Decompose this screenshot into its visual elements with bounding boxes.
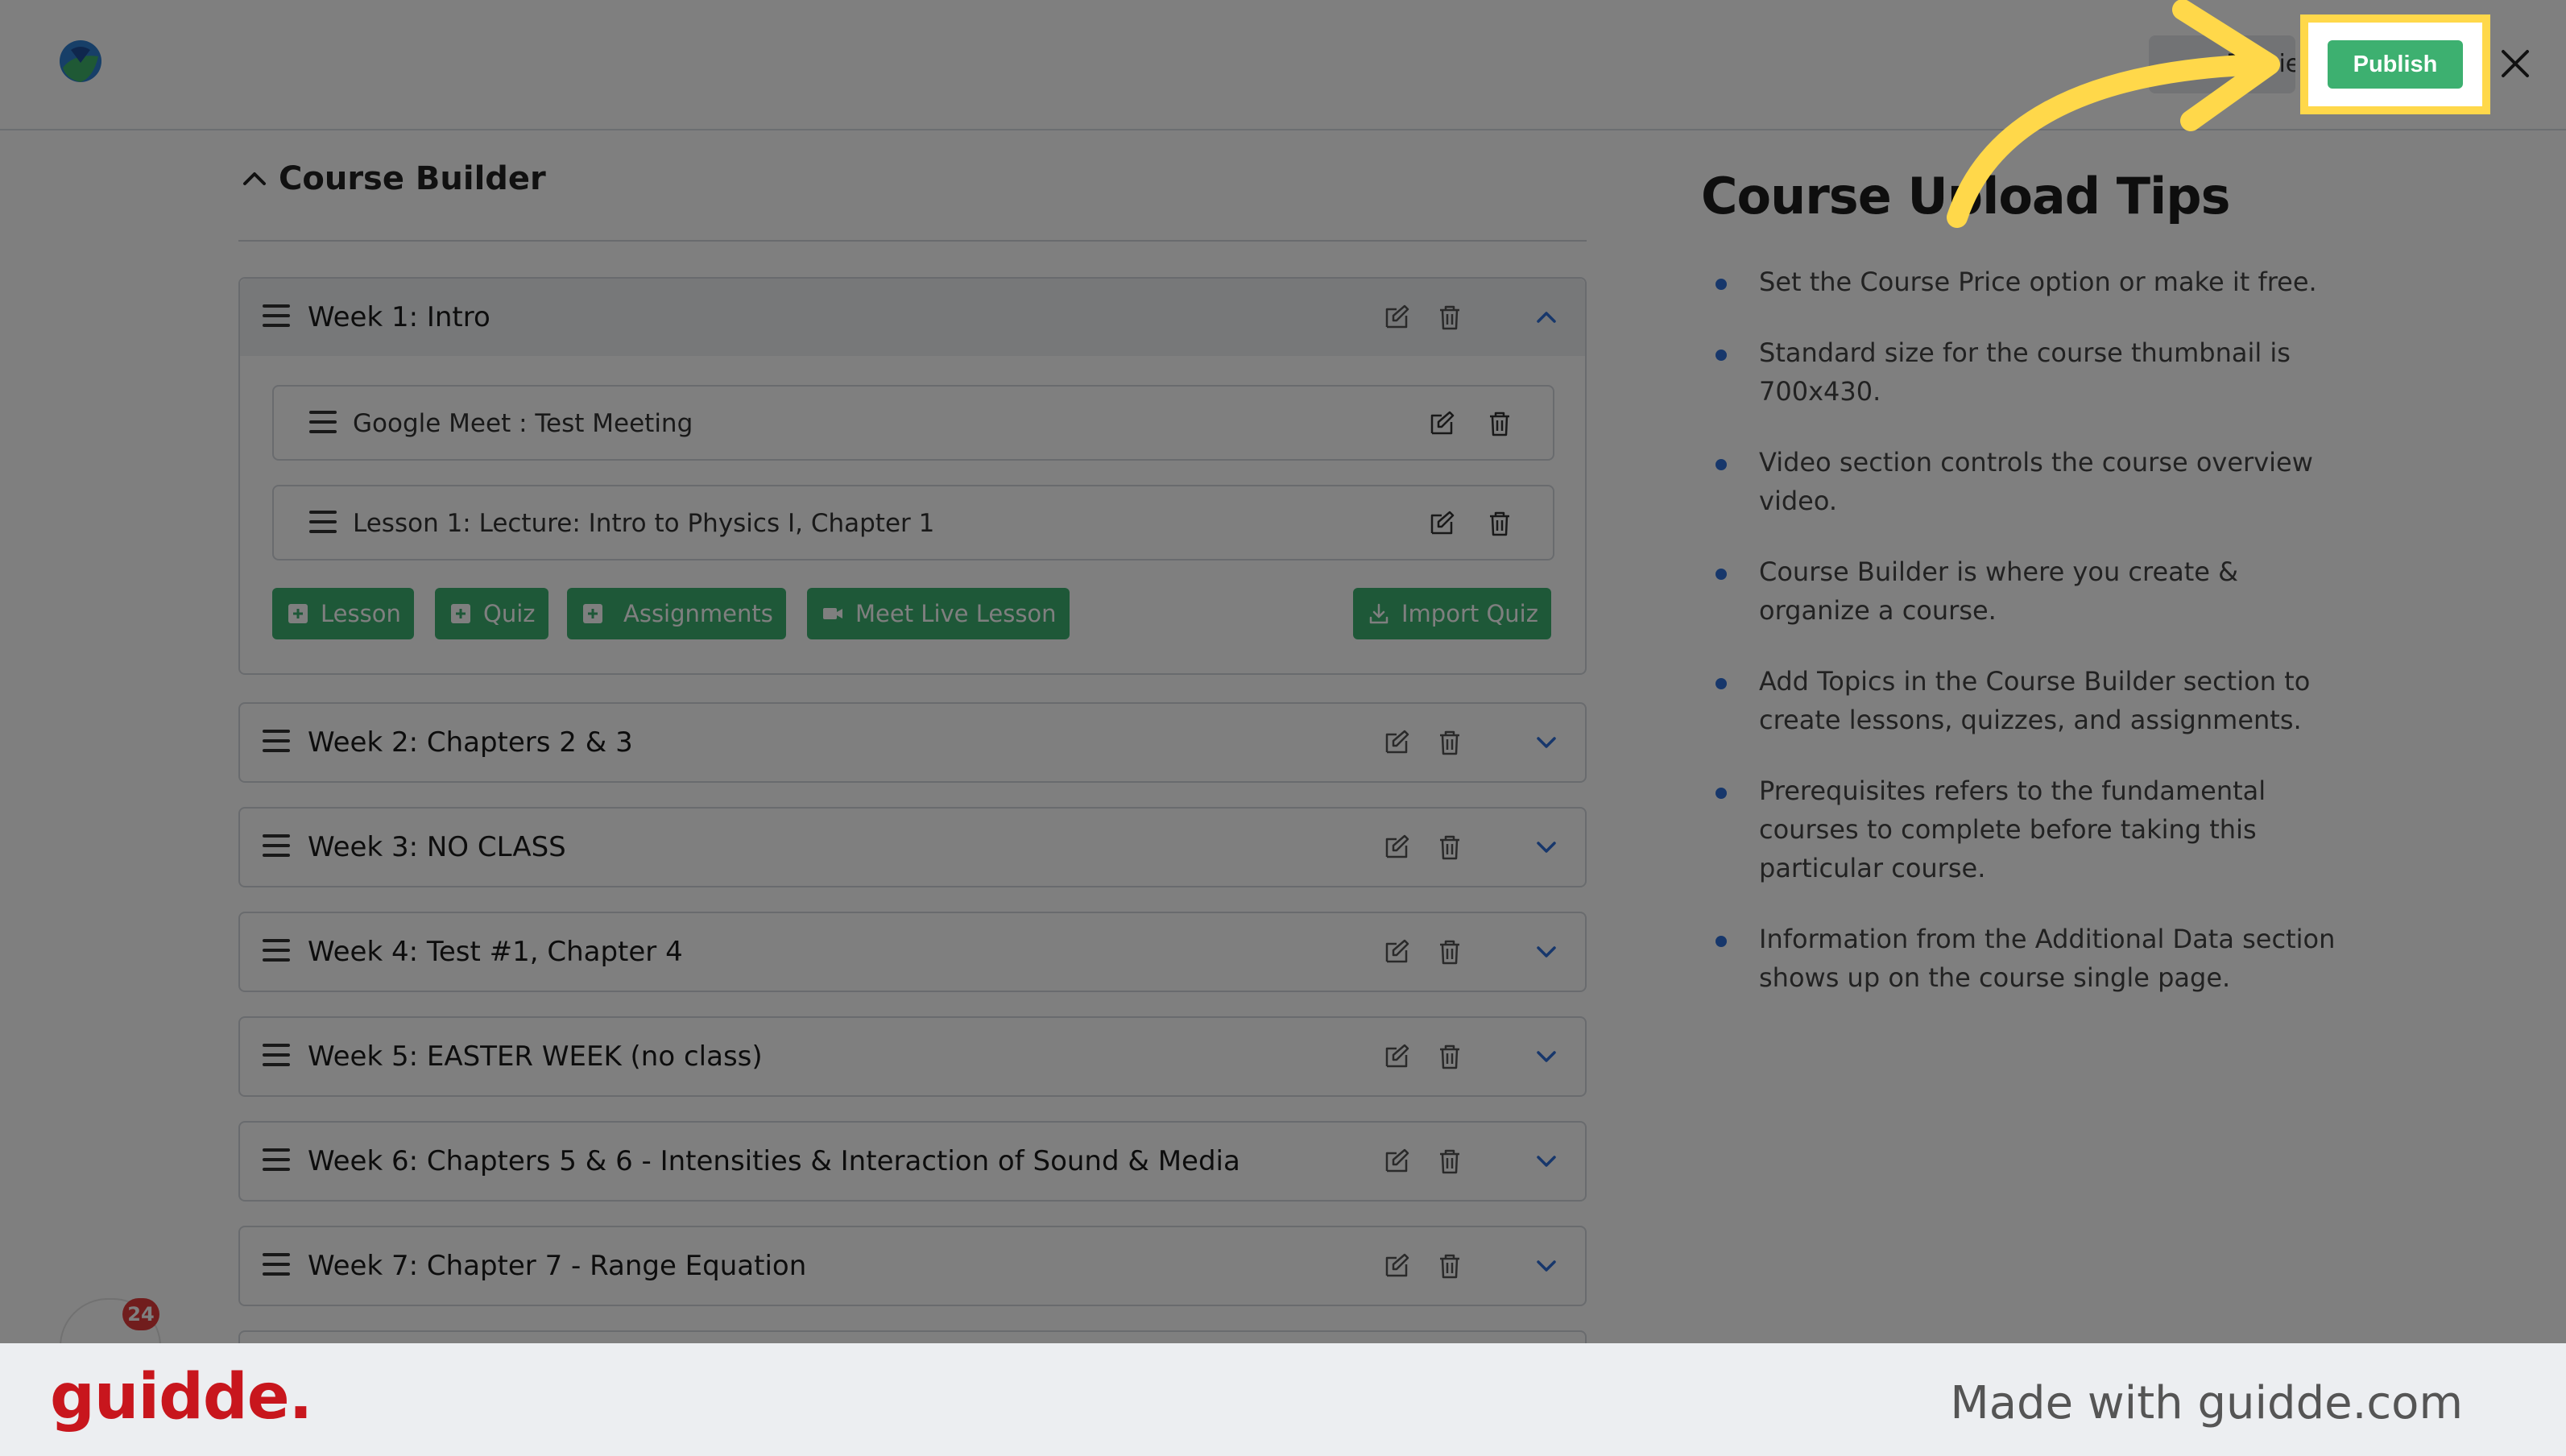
chevron-down-icon[interactable] [1532, 833, 1561, 862]
trash-icon[interactable] [1435, 937, 1464, 966]
edit-icon[interactable] [1427, 509, 1456, 538]
edit-icon[interactable] [1382, 303, 1411, 332]
add-meet-live-lesson-button[interactable]: Meet Live Lesson [807, 588, 1070, 639]
button-label: Quiz [483, 600, 536, 627]
tip-item: Information from the Additional Data sec… [1711, 920, 2339, 997]
button-label: Meet Live Lesson [855, 600, 1057, 627]
topic-title: Week 4: Test #1, Chapter 4 [308, 936, 683, 968]
close-icon[interactable] [2494, 42, 2537, 85]
course-builder-header[interactable]: Course Builder [238, 158, 1587, 242]
pointer-arrow-icon [1947, 0, 2280, 228]
topic-week-3[interactable]: Week 3: NO CLASS [238, 807, 1587, 887]
guidde-logo: guidde. [50, 1361, 312, 1433]
plus-square-icon [451, 604, 470, 623]
edit-icon[interactable] [1382, 937, 1411, 966]
trash-icon[interactable] [1435, 303, 1464, 332]
tip-item: Add Topics in the Course Builder section… [1711, 662, 2339, 739]
add-quiz-button[interactable]: Quiz [435, 588, 548, 639]
chevron-down-icon[interactable] [1532, 1147, 1561, 1176]
tip-item: Set the Course Price option or make it f… [1711, 263, 2339, 301]
button-label: Import Quiz [1401, 600, 1538, 627]
drag-handle-icon[interactable] [263, 1044, 290, 1068]
lesson-item[interactable]: Lesson 1: Lecture: Intro to Physics I, C… [272, 485, 1554, 560]
publish-button[interactable]: Publish [2328, 40, 2463, 89]
topic-title: Week 6: Chapters 5 & 6 - Intensities & I… [308, 1145, 1240, 1177]
footer-bar: guidde. Made with guidde.com [0, 1343, 2566, 1456]
topic-week-7[interactable]: Week 7: Chapter 7 - Range Equation [238, 1226, 1587, 1306]
button-label: Assignments [623, 600, 773, 627]
chevron-down-icon[interactable] [1532, 937, 1561, 966]
drag-handle-icon[interactable] [263, 1148, 290, 1173]
app-logo-icon[interactable] [58, 39, 103, 84]
edit-icon[interactable] [1382, 1042, 1411, 1071]
drag-handle-icon[interactable] [309, 411, 337, 435]
drag-handle-icon[interactable] [263, 1253, 290, 1277]
lesson-title: Lesson 1: Lecture: Intro to Physics I, C… [353, 509, 935, 538]
tip-item: Prerequisites refers to the fundamental … [1711, 771, 2339, 887]
made-with-text: Made with guidde.com [1950, 1377, 2463, 1429]
trash-icon[interactable] [1435, 728, 1464, 757]
course-builder-title: Course Builder [279, 160, 546, 197]
trash-icon[interactable] [1485, 409, 1514, 438]
edit-icon[interactable] [1382, 1147, 1411, 1176]
drag-handle-icon[interactable] [263, 730, 290, 754]
topic-title: Week 2: Chapters 2 & 3 [308, 726, 633, 759]
app-window: Preview Course Builder Week 1: Intro Goo… [0, 0, 2566, 1343]
topic-week-6[interactable]: Week 6: Chapters 5 & 6 - Intensities & I… [238, 1121, 1587, 1202]
topic-week-8[interactable] [238, 1330, 1587, 1343]
plus-square-icon [288, 604, 308, 623]
topic-title: Week 1: Intro [308, 301, 490, 333]
trash-icon[interactable] [1435, 833, 1464, 862]
chevron-up-icon[interactable] [1532, 303, 1561, 332]
lesson-item[interactable]: Google Meet : Test Meeting [272, 385, 1554, 461]
publish-highlight: Publish [2300, 14, 2490, 114]
chevron-down-icon[interactable] [1532, 728, 1561, 757]
drag-handle-icon[interactable] [263, 834, 290, 858]
lesson-title: Google Meet : Test Meeting [353, 409, 693, 438]
download-icon [1369, 603, 1389, 624]
topic-week-2[interactable]: Week 2: Chapters 2 & 3 [238, 702, 1587, 783]
chevron-down-icon[interactable] [1532, 1042, 1561, 1071]
trash-icon[interactable] [1435, 1147, 1464, 1176]
topic-week-4[interactable]: Week 4: Test #1, Chapter 4 [238, 912, 1587, 992]
trash-icon[interactable] [1435, 1251, 1464, 1280]
edit-icon[interactable] [1382, 1251, 1411, 1280]
topic-title: Week 3: NO CLASS [308, 831, 566, 863]
drag-handle-icon[interactable] [309, 511, 337, 535]
plus-square-icon [583, 604, 602, 623]
add-assignments-button[interactable]: Assignments [567, 588, 786, 639]
topic-title: Week 5: EASTER WEEK (no class) [308, 1040, 763, 1073]
tip-item: Course Builder is where you create & org… [1711, 552, 2339, 630]
notification-badge: 24 [122, 1298, 159, 1330]
trash-icon[interactable] [1435, 1042, 1464, 1071]
edit-icon[interactable] [1382, 833, 1411, 862]
drag-handle-icon[interactable] [263, 939, 290, 963]
chevron-down-icon[interactable] [1532, 1251, 1561, 1280]
edit-icon[interactable] [1427, 409, 1456, 438]
video-camera-icon [823, 608, 842, 619]
trash-icon[interactable] [1485, 509, 1514, 538]
topic-week-5[interactable]: Week 5: EASTER WEEK (no class) [238, 1016, 1587, 1097]
topic-title: Week 7: Chapter 7 - Range Equation [308, 1250, 807, 1282]
topic-header[interactable]: Week 1: Intro [240, 279, 1585, 356]
chevron-up-icon [243, 172, 266, 185]
tip-item: Standard size for the course thumbnail i… [1711, 333, 2339, 411]
drag-handle-icon[interactable] [263, 304, 290, 329]
import-quiz-button[interactable]: Import Quiz [1353, 588, 1551, 639]
edit-icon[interactable] [1382, 728, 1411, 757]
topic-week-1: Week 1: Intro Google Meet : Test Meeting… [238, 277, 1587, 675]
add-lesson-button[interactable]: Lesson [272, 588, 414, 639]
button-label: Lesson [321, 600, 401, 627]
tips-list: Set the Course Price option or make it f… [1711, 263, 2339, 1029]
tip-item: Video section controls the course overvi… [1711, 443, 2339, 520]
